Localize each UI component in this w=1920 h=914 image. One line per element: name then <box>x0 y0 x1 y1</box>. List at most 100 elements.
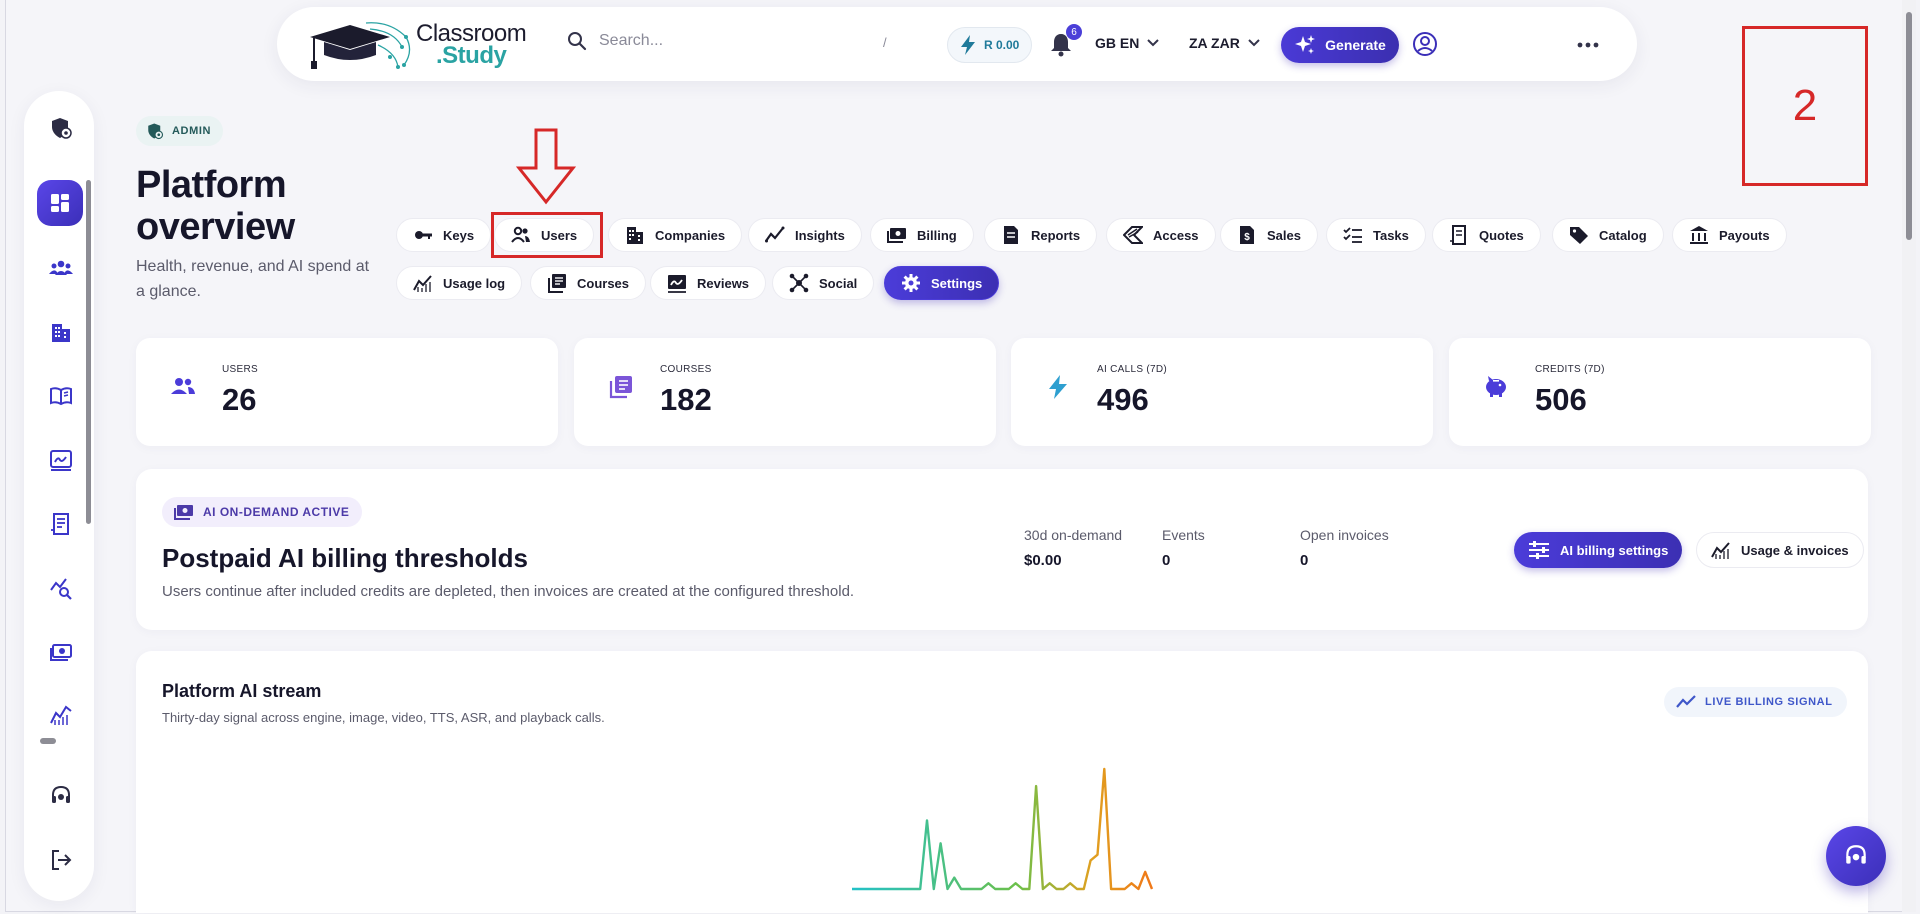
access-icon <box>1123 226 1143 244</box>
library-icon <box>609 376 632 399</box>
chevron-down-icon <box>1147 39 1160 47</box>
tab-label: Billing <box>917 227 957 243</box>
tab-label: Access <box>1153 227 1199 243</box>
sidebar <box>24 91 94 901</box>
tab-sales[interactable]: $ Sales <box>1220 218 1318 252</box>
metric-label: Open invoices <box>1300 527 1389 543</box>
admin-shield-icon <box>52 118 72 139</box>
sidebar-item-support[interactable] <box>48 783 74 809</box>
svg-text:$: $ <box>1244 232 1250 243</box>
sidebar-item-companies[interactable] <box>48 319 74 345</box>
user-profile-icon[interactable] <box>1412 31 1438 57</box>
currency-value: ZA ZAR <box>1189 35 1240 51</box>
tab-quotes[interactable]: Quotes <box>1432 218 1541 252</box>
sparkles-icon <box>1295 35 1316 54</box>
platform-ai-stream-card: Platform AI stream Thirty-day signal acr… <box>136 651 1868 913</box>
button-label: AI billing settings <box>1560 542 1669 558</box>
metric-value: $0.00 <box>1024 552 1062 569</box>
sidebar-scrollbar[interactable] <box>84 168 92 728</box>
help-chat-button[interactable] <box>1826 826 1886 886</box>
badge-label: LIVE BILLING SIGNAL <box>1705 696 1833 708</box>
support-headset-icon <box>1846 845 1866 864</box>
sidebar-item-logout[interactable] <box>48 847 74 873</box>
tab-label: Social <box>819 275 858 291</box>
bolt-icon <box>961 35 975 55</box>
network-icon <box>789 273 809 293</box>
tab-payouts[interactable]: Payouts <box>1672 218 1787 252</box>
sidebar-horizontal-scrollbar[interactable] <box>28 736 80 746</box>
top-bar: Classroom .Study / R 0.00 6 GB EN <box>277 7 1637 81</box>
tab-label: Usage log <box>443 275 506 291</box>
step-number-annotation: 2 <box>1742 26 1868 186</box>
ai-billing-settings-button[interactable]: AI billing settings <box>1514 532 1683 568</box>
sidebar-item-reviews[interactable] <box>48 447 74 473</box>
language-selector[interactable]: GB EN <box>1095 35 1160 51</box>
admin-shield-icon <box>148 123 164 140</box>
sidebar-item-users[interactable] <box>48 255 74 281</box>
sidebar-item-admin[interactable] <box>48 115 74 141</box>
sidebar-item-courses[interactable] <box>48 383 74 409</box>
browser-viewport: Classroom .Study / R 0.00 6 GB EN <box>5 0 1916 913</box>
tab-label: Keys <box>443 227 475 243</box>
stat-card-ai-calls: AI CALLS (7D) 496 <box>1011 338 1433 446</box>
tab-courses[interactable]: Courses <box>530 266 647 300</box>
tab-label: Reports <box>1031 227 1081 243</box>
bank-icon <box>1690 226 1708 244</box>
stat-label: CREDITS (7D) <box>1535 364 1605 375</box>
gear-icon <box>902 274 920 292</box>
search-bar <box>567 31 907 51</box>
sidebar-item-dashboard[interactable] <box>37 180 83 226</box>
tab-label: Tasks <box>1373 227 1409 243</box>
tab-label: Catalog <box>1599 227 1647 243</box>
stat-card-users: USERS 26 <box>136 338 558 446</box>
currency-selector[interactable]: ZA ZAR <box>1189 35 1260 51</box>
chevron-down-icon <box>1248 39 1260 47</box>
tab-insights[interactable]: Insights <box>748 218 862 252</box>
tab-access[interactable]: Access <box>1106 218 1216 252</box>
usage-and-invoices-button[interactable]: Usage & invoices <box>1696 532 1864 568</box>
sidebar-item-insights[interactable] <box>48 575 74 601</box>
ai-billing-card: AI ON-DEMAND ACTIVE Postpaid AI billing … <box>136 469 1868 630</box>
tab-settings[interactable]: Settings <box>884 266 1000 300</box>
sidebar-item-billing[interactable] <box>48 639 74 665</box>
ai-stream-line-chart <box>852 767 1154 891</box>
document-icon <box>51 513 69 535</box>
piggy-bank-icon <box>1486 376 1506 397</box>
admin-badge: ADMIN <box>136 116 224 146</box>
stream-title: Platform AI stream <box>162 681 322 701</box>
tab-reviews[interactable]: Reviews <box>650 266 767 300</box>
sidebar-item-usage[interactable] <box>48 702 74 728</box>
tab-tasks[interactable]: Tasks <box>1326 218 1426 252</box>
cash-icon <box>174 505 193 520</box>
users-group-icon <box>49 260 73 275</box>
graduation-cap-logo-icon <box>310 22 411 69</box>
tab-label: Insights <box>795 227 845 243</box>
more-options-icon[interactable] <box>1576 35 1600 55</box>
search-input[interactable] <box>599 32 859 50</box>
brand-logo[interactable]: Classroom .Study <box>306 17 536 73</box>
series-line <box>852 767 1154 891</box>
tab-social[interactable]: Social <box>772 266 875 300</box>
tab-companies[interactable]: Companies <box>608 218 743 252</box>
ai-on-demand-badge: AI ON-DEMAND ACTIVE <box>162 497 363 527</box>
generate-button[interactable]: Generate <box>1281 27 1399 63</box>
tab-reports[interactable]: Reports <box>984 218 1098 252</box>
metric-label: Events <box>1162 527 1205 543</box>
sidebar-item-reports[interactable] <box>48 511 74 537</box>
tab-catalog[interactable]: Catalog <box>1552 218 1664 252</box>
page-scrollbar[interactable] <box>1902 0 1916 912</box>
tab-usage-log[interactable]: Usage log <box>396 266 523 300</box>
stream-subtitle: Thirty-day signal across engine, image, … <box>162 710 605 725</box>
stat-label: AI CALLS (7D) <box>1097 364 1168 375</box>
page-title: Platform overview <box>136 164 295 248</box>
users-icon <box>171 378 195 394</box>
tab-label: Quotes <box>1479 227 1524 243</box>
stat-value: 496 <box>1097 382 1149 417</box>
credit-balance-pill[interactable]: R 0.00 <box>947 27 1033 63</box>
analytics-search-icon <box>50 578 72 600</box>
tab-keys[interactable]: Keys <box>396 218 492 252</box>
billing-description: Users continue after included credits ar… <box>162 583 855 600</box>
chart-icon <box>413 275 432 292</box>
sliders-icon <box>1529 541 1549 559</box>
tab-billing[interactable]: Billing <box>870 218 974 252</box>
